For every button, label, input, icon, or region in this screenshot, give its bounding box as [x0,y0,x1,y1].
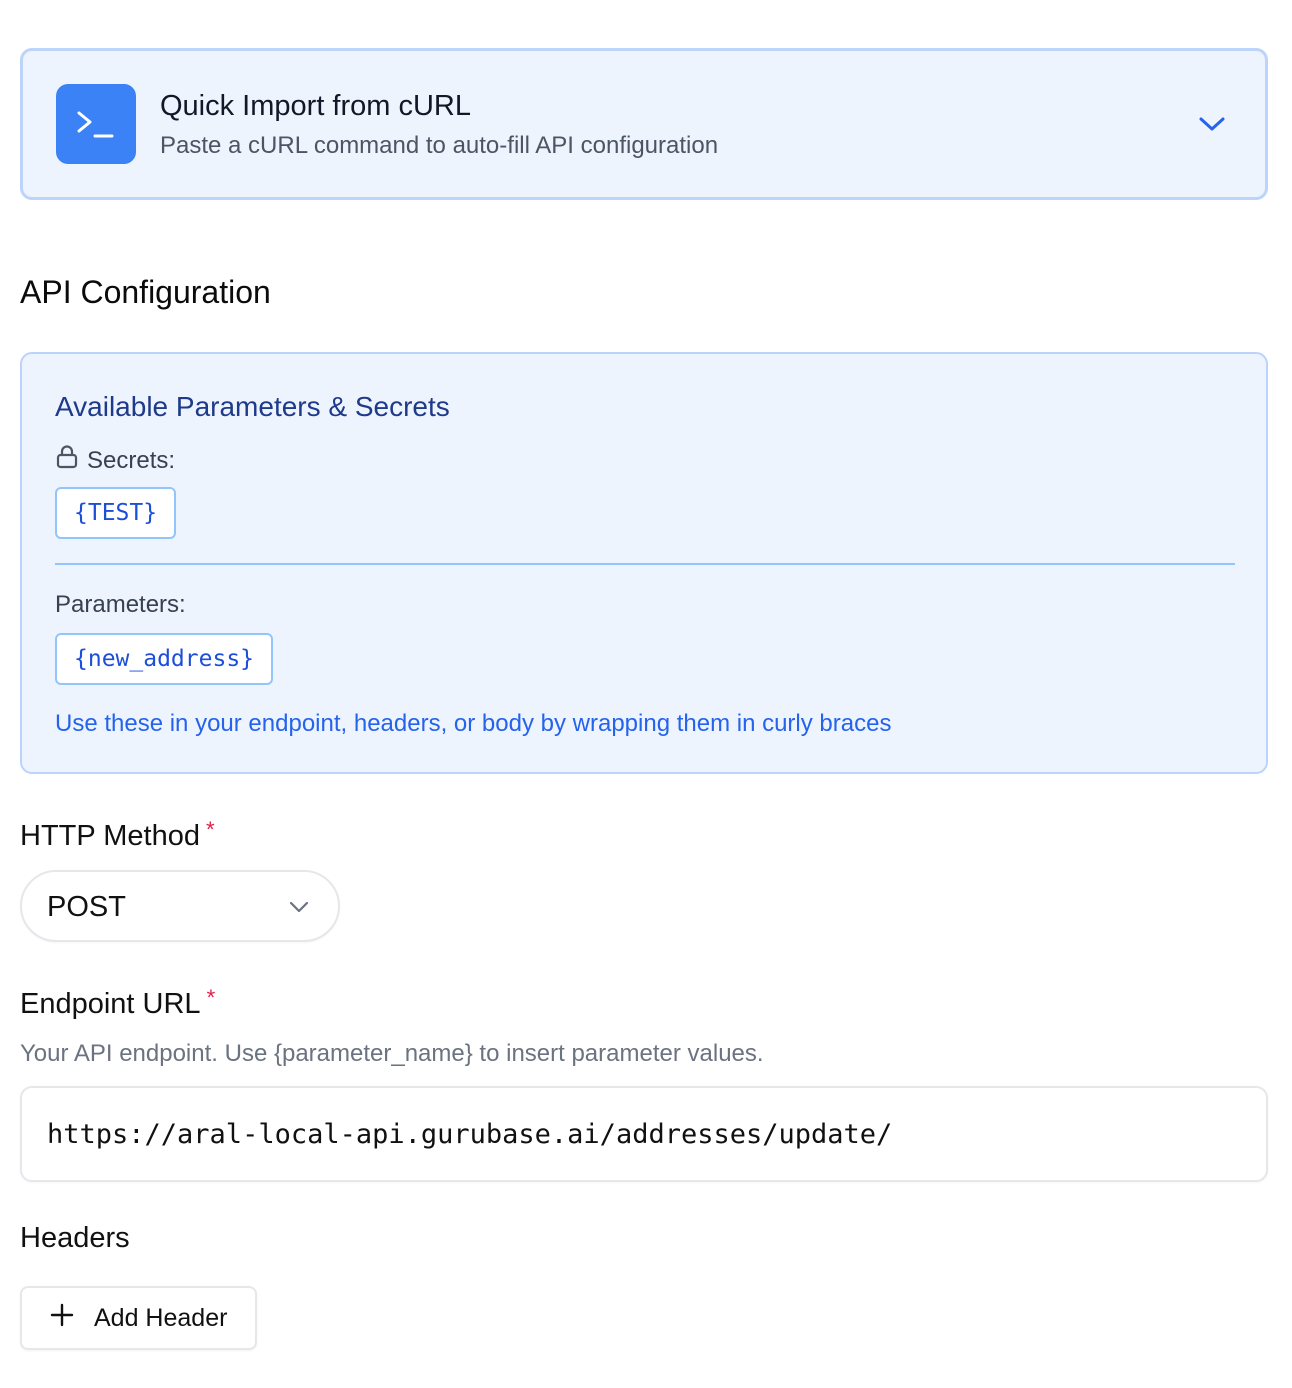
parameters-hint: Use these in your endpoint, headers, or … [55,710,892,737]
required-mark: * [206,985,216,1010]
lock-icon [55,444,79,478]
page: Quick Import from cURL Paste a cURL comm… [0,0,1292,1388]
parameter-chip[interactable]: {new_address} [55,633,274,685]
endpoint-url-label: Endpoint URL * [20,980,215,1022]
chevron-down-icon[interactable] [1196,111,1228,137]
quick-import-title: Quick Import from cURL [160,90,471,122]
http-method-label: HTTP Method * [20,812,215,854]
http-method-select[interactable]: POST [20,870,340,942]
headers-label: Headers [20,1222,130,1254]
add-header-label: Add Header [94,1303,228,1332]
http-method-value: POST [47,891,126,923]
secret-chip[interactable]: {TEST} [55,487,177,539]
parameters-label: Parameters: [55,591,186,618]
section-title: API Configuration [20,274,271,310]
available-parameters-title: Available Parameters & Secrets [55,391,450,422]
secrets-label-row: Secrets: [55,444,175,478]
endpoint-url-input[interactable] [20,1086,1268,1182]
quick-import-subtitle: Paste a cURL command to auto-fill API co… [160,132,719,159]
divider [55,563,1235,565]
quick-import-card[interactable]: Quick Import from cURL Paste a cURL comm… [20,48,1268,200]
endpoint-url-label-text: Endpoint URL [20,988,201,1020]
endpoint-url-help: Your API endpoint. Use {parameter_name} … [20,1040,764,1067]
plus-icon [50,1303,74,1334]
secrets-label: Secrets: [87,447,176,474]
chevron-down-icon [288,899,310,915]
http-method-label-text: HTTP Method [20,820,200,852]
add-header-button[interactable]: Add Header [20,1286,257,1350]
required-mark: * [205,817,215,842]
terminal-icon [56,84,136,164]
available-parameters-card: Available Parameters & Secrets Secrets: … [20,352,1268,774]
